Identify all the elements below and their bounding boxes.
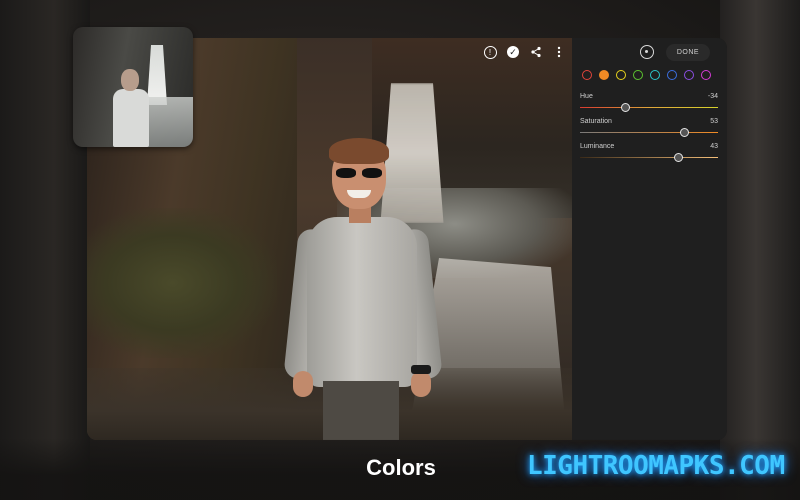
- slider-track[interactable]: [580, 157, 718, 158]
- color-swatches: [582, 70, 711, 80]
- shirt: [307, 217, 417, 387]
- top-toolbar: ! ✓: [482, 44, 567, 60]
- thumb-person-body: [113, 89, 149, 147]
- thumb-person-head: [121, 69, 139, 91]
- thumb-waterfall: [147, 45, 167, 105]
- info-icon[interactable]: !: [482, 44, 498, 60]
- slider-knob[interactable]: [674, 153, 684, 162]
- swatch-blue[interactable]: [667, 70, 677, 80]
- swatch-green[interactable]: [633, 70, 643, 80]
- right-hand: [411, 371, 431, 397]
- done-button[interactable]: DONE: [666, 44, 710, 61]
- watermark: LIGHTROOMAPKS.COM: [527, 451, 785, 481]
- share-icon[interactable]: [528, 44, 544, 60]
- watch: [411, 365, 431, 374]
- slider-label: Saturation: [580, 118, 612, 125]
- left-hand: [293, 371, 313, 397]
- caption: Colors: [366, 455, 436, 480]
- slider-value: 43: [710, 143, 718, 150]
- swatch-yellow[interactable]: [616, 70, 626, 80]
- swatch-purple[interactable]: [684, 70, 694, 80]
- swatch-red[interactable]: [582, 70, 592, 80]
- more-vertical-icon[interactable]: [551, 44, 567, 60]
- slider-value: -34: [707, 93, 718, 100]
- target-adjust-icon[interactable]: [640, 45, 654, 59]
- slider-track[interactable]: [580, 107, 718, 108]
- person: [283, 138, 443, 440]
- background-blur-right: [720, 0, 800, 500]
- hair: [329, 138, 389, 164]
- swatch-orange[interactable]: [599, 70, 609, 80]
- moss-area: [87, 208, 277, 358]
- check-icon[interactable]: ✓: [505, 44, 521, 60]
- pants: [323, 381, 399, 440]
- panel-header: DONE: [572, 38, 727, 66]
- slider-value: 53: [710, 118, 718, 125]
- color-panel: DONE Hue -34 Saturation 53 Luminance 43: [572, 38, 727, 440]
- slider-label: Hue: [580, 93, 593, 100]
- swatch-magenta[interactable]: [701, 70, 711, 80]
- sunglasses: [336, 168, 382, 178]
- before-thumbnail[interactable]: [73, 27, 193, 147]
- slider-knob[interactable]: [620, 103, 630, 112]
- slider-knob[interactable]: [679, 128, 689, 137]
- slider-track[interactable]: [580, 132, 718, 133]
- slider-label: Luminance: [580, 143, 615, 150]
- swatch-aqua[interactable]: [650, 70, 660, 80]
